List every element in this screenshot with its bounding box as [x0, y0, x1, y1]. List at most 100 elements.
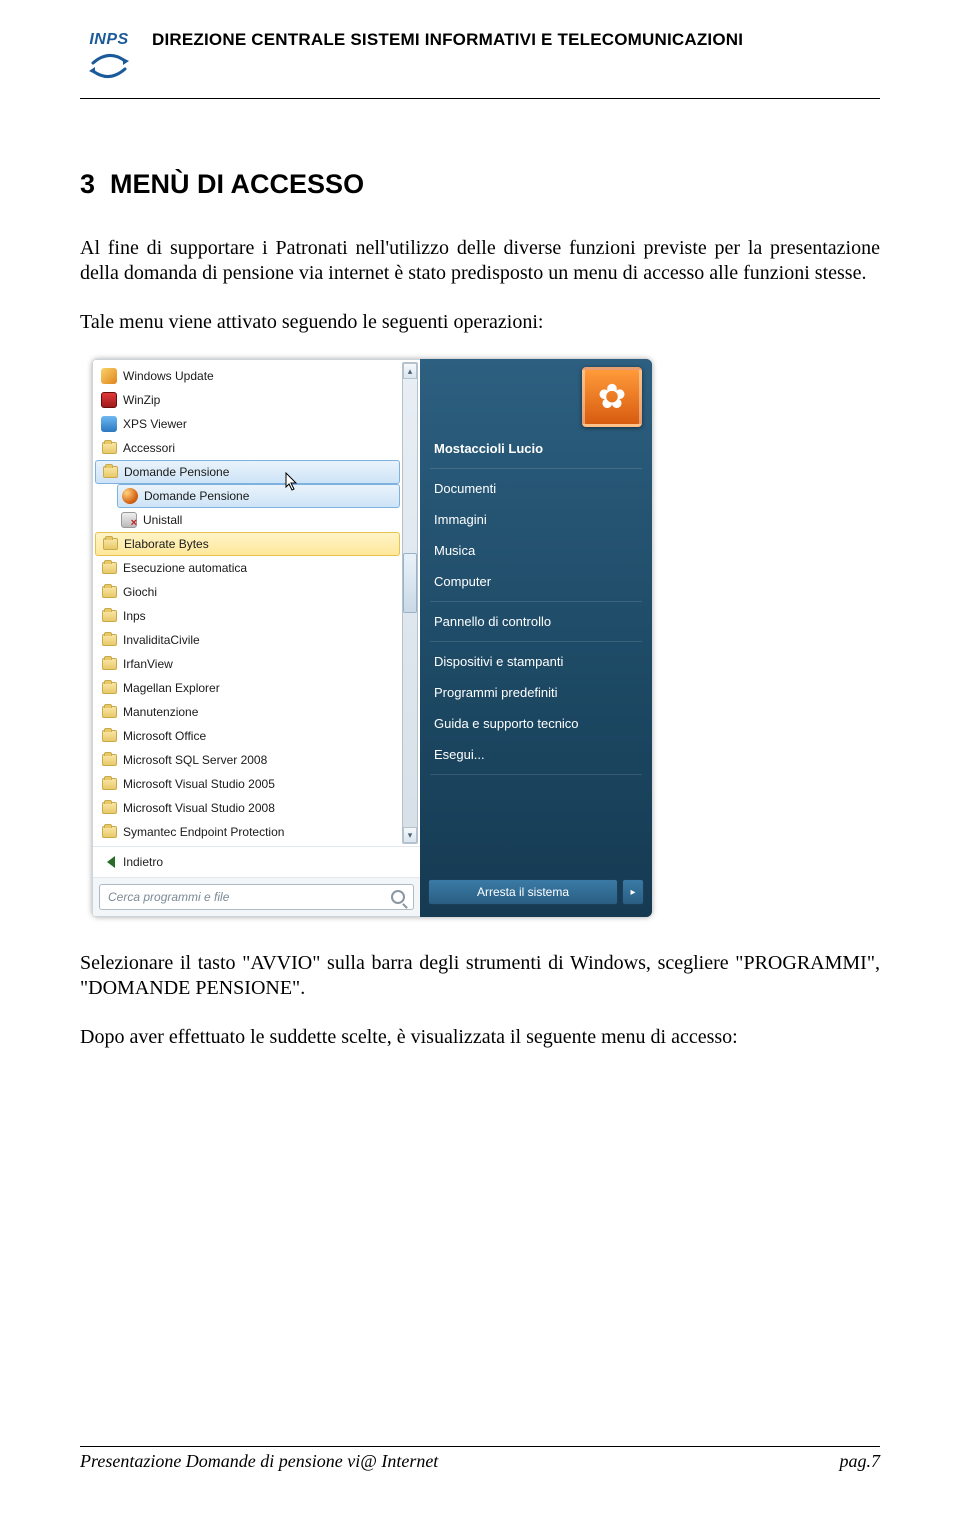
folder-icon — [101, 680, 117, 696]
program-item-windows-update[interactable]: Windows Update — [93, 364, 420, 388]
program-item-manutenzione[interactable]: Manutenzione — [93, 700, 420, 724]
paragraph-1: Al fine di supportare i Patronati nell'u… — [80, 236, 880, 286]
paragraph-4: Dopo aver effettuato le suddette scelte,… — [80, 1025, 880, 1050]
program-item-microsoft-visual-studio-2008[interactable]: Microsoft Visual Studio 2008 — [93, 796, 420, 820]
program-item-label: Esecuzione automatica — [123, 561, 247, 575]
program-item-esecuzione-automatica[interactable]: Esecuzione automatica — [93, 556, 420, 580]
program-item-magellan-explorer[interactable]: Magellan Explorer — [93, 676, 420, 700]
user-name[interactable]: Mostaccioli Lucio — [420, 433, 652, 464]
folder-icon — [101, 584, 117, 600]
right-item-computer[interactable]: Computer — [420, 566, 652, 597]
program-item-label: IrfanView — [123, 657, 173, 671]
program-item-label: Microsoft Visual Studio 2008 — [123, 801, 275, 815]
page-footer: Presentazione Domande di pensione vi@ In… — [80, 1446, 880, 1472]
folder-icon — [101, 728, 117, 744]
program-item-symantec-endpoint-protection[interactable]: Symantec Endpoint Protection — [93, 820, 420, 844]
footer-title: Presentazione Domande di pensione vi@ In… — [80, 1451, 438, 1472]
program-item-label: Elaborate Bytes — [124, 537, 209, 551]
folder-icon — [101, 440, 117, 456]
program-item-accessori[interactable]: Accessori — [93, 436, 420, 460]
program-item-xps-viewer[interactable]: XPS Viewer — [93, 412, 420, 436]
logo-text: INPS — [89, 31, 128, 49]
right-item-esegui-[interactable]: Esegui... — [420, 739, 652, 770]
right-item-musica[interactable]: Musica — [420, 535, 652, 566]
shutdown-button[interactable]: Arresta il sistema — [428, 879, 618, 905]
folder-icon — [101, 800, 117, 816]
back-button[interactable]: Indietro — [93, 846, 420, 877]
folder-icon — [101, 608, 117, 624]
separator — [430, 641, 642, 642]
folder-icon — [102, 464, 118, 480]
program-item-microsoft-office[interactable]: Microsoft Office — [93, 724, 420, 748]
mouse-cursor-icon — [285, 472, 299, 492]
xps-icon — [101, 416, 117, 432]
program-item-inps[interactable]: Inps — [93, 604, 420, 628]
shutdown-label: Arresta il sistema — [477, 885, 569, 899]
header-title: DIREZIONE CENTRALE SISTEMI INFORMATIVI E… — [152, 28, 743, 50]
un-icon — [121, 512, 137, 528]
paragraph-3: Selezionare il tasto "AVVIO" sulla barra… — [80, 951, 880, 1001]
separator — [430, 468, 642, 469]
right-item-programmi-predefiniti[interactable]: Programmi predefiniti — [420, 677, 652, 708]
program-item-winzip[interactable]: WinZip — [93, 388, 420, 412]
program-item-label: Manutenzione — [123, 705, 198, 719]
right-item-dispositivi-e-stampanti[interactable]: Dispositivi e stampanti — [420, 646, 652, 677]
paragraph-2: Tale menu viene attivato seguendo le seg… — [80, 310, 880, 335]
program-item-label: Symantec Endpoint Protection — [123, 825, 284, 839]
program-item-label: Giochi — [123, 585, 157, 599]
program-item-elaborate-bytes[interactable]: Elaborate Bytes — [95, 532, 400, 556]
program-item-unistall[interactable]: Unistall — [93, 508, 420, 532]
section-title: MENÙ DI ACCESSO — [110, 169, 364, 199]
program-item-domande-pensione[interactable]: Domande Pensione — [117, 484, 400, 508]
back-label: Indietro — [123, 855, 163, 869]
program-list[interactable]: Windows Update WinZip XPS Viewer Accessori D… — [93, 360, 420, 846]
program-item-label: XPS Viewer — [123, 417, 187, 431]
folder-icon — [101, 560, 117, 576]
shutdown-row: Arresta il sistema ▸ — [420, 873, 652, 911]
program-item-label: WinZip — [123, 393, 160, 407]
program-item-label: Microsoft Office — [123, 729, 206, 743]
start-menu-left-pane: Windows Update WinZip XPS Viewer Accessori D… — [92, 359, 420, 917]
start-menu-right-pane: ✿ Mostaccioli Lucio DocumentiImmaginiMus… — [420, 359, 652, 917]
back-arrow-icon — [107, 856, 115, 868]
search-icon — [391, 890, 405, 904]
flower-icon: ✿ — [598, 377, 627, 417]
wz-icon — [101, 392, 117, 408]
folder-icon — [101, 704, 117, 720]
right-item-pannello-di-controllo[interactable]: Pannello di controllo — [420, 606, 652, 637]
program-item-invaliditacivile[interactable]: InvaliditaCivile — [93, 628, 420, 652]
inps-logo: INPS — [80, 28, 138, 86]
separator — [430, 774, 642, 775]
section-number: 3 — [80, 169, 95, 199]
folder-icon — [101, 632, 117, 648]
program-item-domande-pensione[interactable]: Domande Pensione — [95, 460, 400, 484]
scroll-up-button[interactable]: ▴ — [403, 363, 417, 379]
wu-icon — [101, 368, 117, 384]
search-input[interactable]: Cerca programmi e file — [99, 884, 414, 910]
program-item-label: Domande Pensione — [144, 489, 249, 503]
scroll-down-button[interactable]: ▾ — [403, 827, 417, 843]
scrollbar[interactable]: ▴ ▾ — [402, 362, 418, 844]
scroll-thumb[interactable] — [403, 553, 417, 613]
header-rule — [80, 98, 880, 99]
program-item-microsoft-visual-studio-2005[interactable]: Microsoft Visual Studio 2005 — [93, 772, 420, 796]
page-number: pag.7 — [840, 1451, 881, 1472]
right-item-documenti[interactable]: Documenti — [420, 473, 652, 504]
folder-icon — [102, 536, 118, 552]
chevron-right-icon: ▸ — [630, 887, 635, 898]
windows-start-menu: Windows Update WinZip XPS Viewer Accessori D… — [92, 359, 652, 917]
shutdown-options-button[interactable]: ▸ — [622, 879, 644, 905]
dp-icon — [122, 488, 138, 504]
program-item-giochi[interactable]: Giochi — [93, 580, 420, 604]
program-item-label: Unistall — [143, 513, 182, 527]
page-header: INPS DIREZIONE CENTRALE SISTEMI INFORMAT… — [80, 28, 880, 86]
program-item-label: Windows Update — [123, 369, 214, 383]
program-item-label: Accessori — [123, 441, 175, 455]
right-item-guida-e-supporto-tecnico[interactable]: Guida e supporto tecnico — [420, 708, 652, 739]
program-item-label: Microsoft Visual Studio 2005 — [123, 777, 275, 791]
user-picture[interactable]: ✿ — [582, 367, 642, 427]
program-item-irfanview[interactable]: IrfanView — [93, 652, 420, 676]
separator — [430, 601, 642, 602]
right-item-immagini[interactable]: Immagini — [420, 504, 652, 535]
program-item-microsoft-sql-server-2008[interactable]: Microsoft SQL Server 2008 — [93, 748, 420, 772]
